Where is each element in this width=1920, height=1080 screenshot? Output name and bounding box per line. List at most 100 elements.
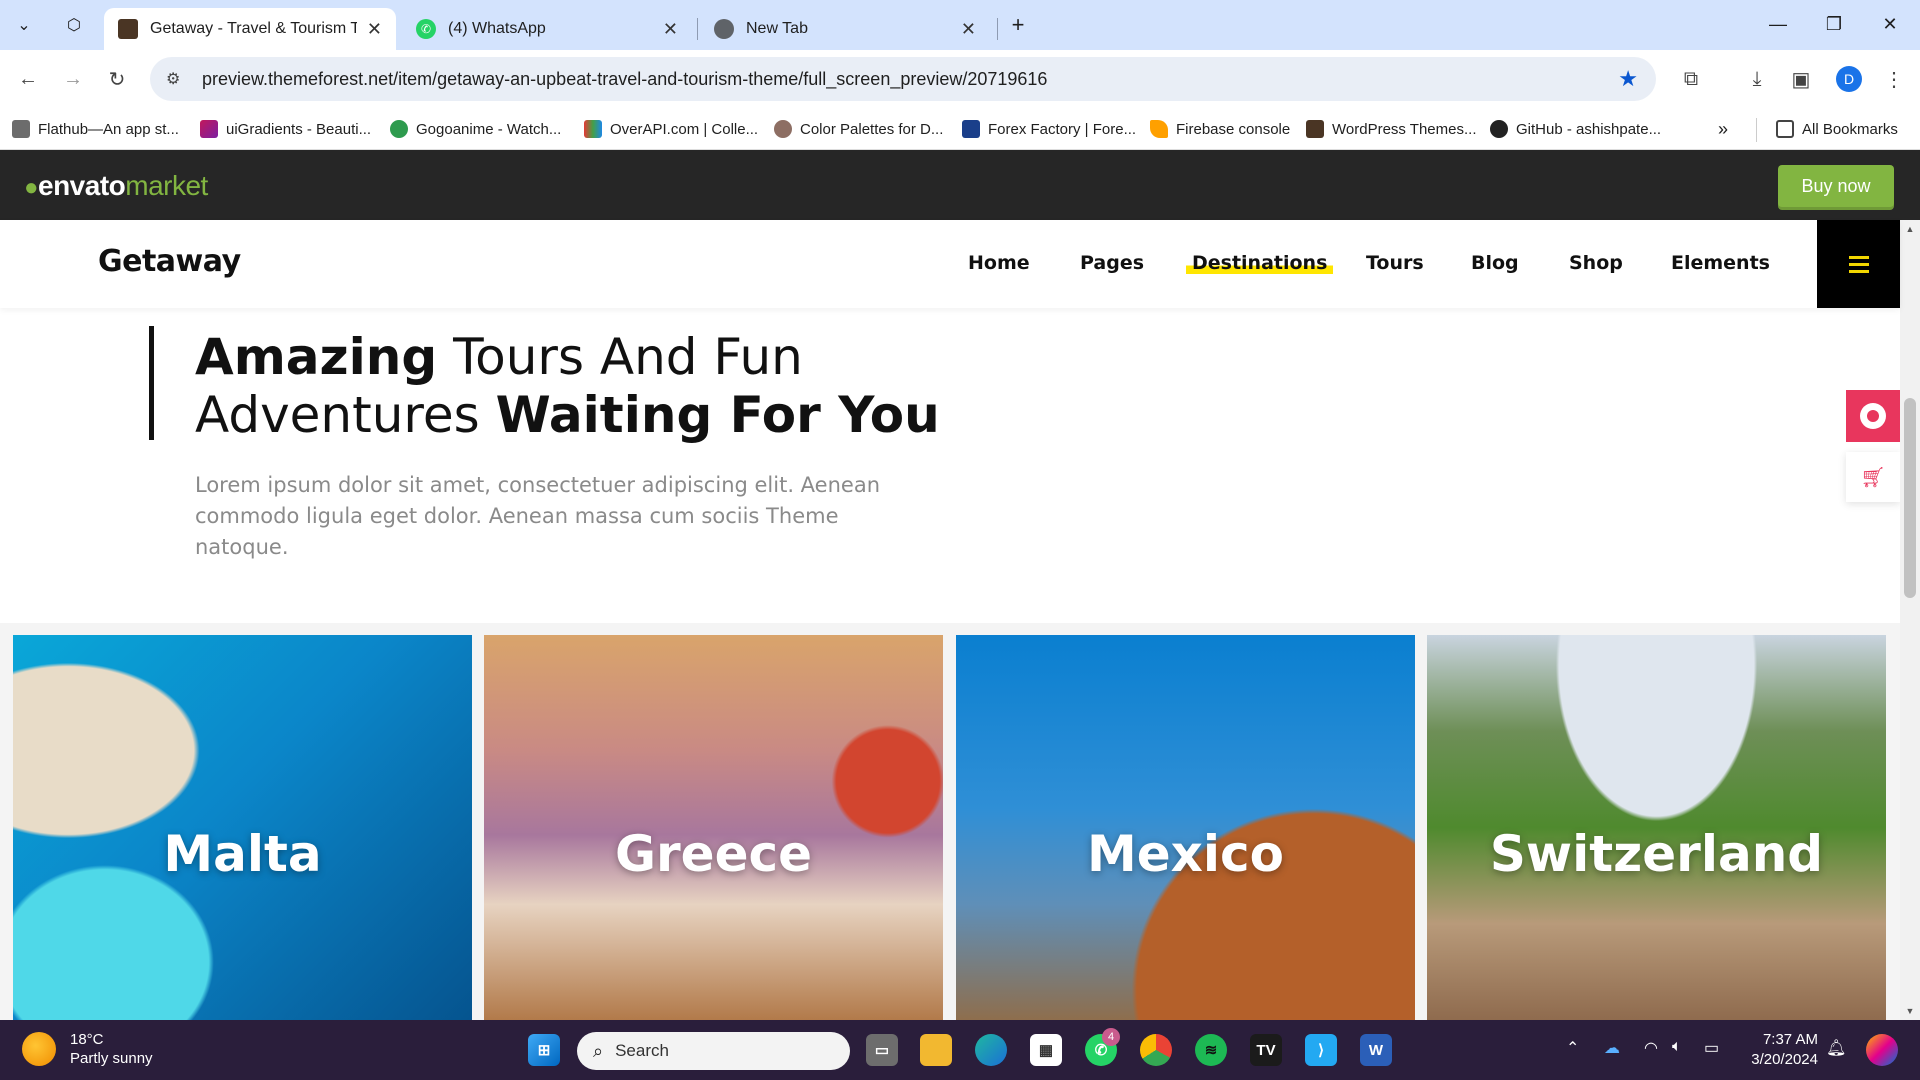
taskbar-search[interactable]: ⌕ Search [577,1032,850,1070]
page-scrollbar[interactable]: ▲ ▼ [1900,220,1920,1020]
profile-avatar[interactable]: D [1836,66,1862,92]
close-window-icon[interactable]: ✕ [1870,8,1910,40]
windows-start-icon[interactable]: ⊞ [528,1034,560,1066]
task-view-icon[interactable]: ▭ [866,1034,898,1066]
destination-card-greece[interactable]: Greece [484,635,943,1020]
edge-icon[interactable] [975,1034,1007,1066]
nav-destinations[interactable]: Destinations [1186,252,1334,274]
notifications-bell-icon[interactable]: 🔔︎ [1826,1038,1846,1058]
download-icon[interactable]: ⤓ [1741,63,1773,95]
spotify-icon[interactable]: ≋ [1195,1034,1227,1066]
extensions-icon[interactable]: ⧉ [1675,63,1707,95]
hero-description: Lorem ipsum dolor sit amet, consectetuer… [195,473,881,559]
windows-taskbar: 18°C Partly sunny ⊞ ⌕ Search ▭ ▦ ✆ 4 ≋ T… [0,1020,1920,1080]
file-explorer-icon[interactable] [920,1034,952,1066]
more-bookmarks-chevron-icon[interactable]: » [1718,116,1728,142]
minimize-icon[interactable]: — [1758,8,1798,40]
envato-market-bar: ●envatomarket Buy now [0,150,1920,220]
nav-home[interactable]: Home [968,252,1030,274]
browser-tab-strip: ⌄ ⬡ Getaway - Travel & Tourism The ✕ ✆ (… [0,0,1920,50]
scroll-down-arrow-icon[interactable]: ▼ [1904,1006,1916,1016]
nav-tours[interactable]: Tours [1366,252,1424,274]
tradingview-icon[interactable]: TV [1250,1034,1282,1066]
nav-shop[interactable]: Shop [1569,252,1623,274]
destination-label: Malta [163,825,322,883]
chrome-icon[interactable] [1140,1034,1172,1066]
envato-logo[interactable]: ●envatomarket [24,170,208,202]
nav-elements[interactable]: Elements [1671,252,1770,274]
bookmarks-bar: Flathub—An app st... uiGradients - Beaut… [0,108,1920,150]
bookmark-color-palettes[interactable]: Color Palettes for D... [774,116,943,142]
show-hidden-icons-chevron-icon[interactable]: ⌃ [1566,1038,1579,1058]
url-text[interactable]: preview.themeforest.net/item/getaway-an-… [202,69,1047,90]
destination-card-malta[interactable]: Malta [13,635,472,1020]
side-panel-icon[interactable]: ▣ [1785,63,1817,95]
tab-new-tab[interactable]: New Tab ✕ [700,8,990,50]
bookmark-label: Flathub—An app st... [38,120,179,138]
system-clock[interactable]: 7:37 AM 3/20/2024 [1746,1030,1818,1070]
tab-whatsapp[interactable]: ✆ (4) WhatsApp ✕ [402,8,692,50]
bookmark-gogoanime[interactable]: Gogoanime - Watch... [390,116,561,142]
menu-kebab-icon[interactable]: ⋮ [1878,63,1910,95]
getaway-favicon-icon [118,19,138,39]
github-icon [1490,120,1508,138]
hero-title-bold-1: Amazing [195,328,438,386]
flathub-icon [12,120,30,138]
scroll-up-arrow-icon[interactable]: ▲ [1904,224,1916,234]
new-tab-plus-icon[interactable]: + [1002,9,1034,41]
bookmark-label: Forex Factory | Fore... [988,120,1137,138]
battery-icon[interactable]: ▭ [1704,1038,1719,1058]
codepen-icon[interactable]: ⬡ [58,9,90,41]
support-chat-button[interactable] [1846,390,1900,442]
bookmark-firebase[interactable]: Firebase console [1150,116,1290,142]
cart-button[interactable]: 🛒︎ [1846,452,1900,502]
address-bar[interactable]: ⚙ preview.themeforest.net/item/getaway-a… [150,57,1656,101]
tab-title: New Tab [746,20,808,37]
nav-pages[interactable]: Pages [1080,252,1144,274]
back-icon[interactable]: ← [10,61,46,97]
chrome-favicon-icon [714,19,734,39]
bookmark-star-icon[interactable]: ★ [1618,66,1638,92]
microsoft-store-icon[interactable]: ▦ [1030,1034,1062,1066]
copilot-icon[interactable] [1866,1034,1898,1066]
scrollbar-thumb[interactable] [1904,398,1916,598]
tab-separator [697,18,698,40]
reload-icon[interactable]: ↻ [99,61,135,97]
restore-icon[interactable]: ❐ [1814,8,1854,40]
close-tab-icon[interactable]: ✕ [367,19,382,40]
bookmark-forex-factory[interactable]: Forex Factory | Fore... [962,116,1136,142]
close-tab-icon[interactable]: ✕ [961,19,976,40]
bookmark-label: uiGradients - Beauti... [226,120,372,138]
site-header: Getaway Home Pages Destinations Tours Bl… [0,220,1900,308]
tab-search-chevron-icon[interactable]: ⌄ [8,9,40,41]
word-icon[interactable]: W [1360,1034,1392,1066]
bookmark-uigradients[interactable]: uiGradients - Beauti... [200,116,371,142]
forward-icon[interactable]: → [55,61,91,97]
forex-factory-icon [962,120,980,138]
destination-card-mexico[interactable]: Mexico [956,635,1415,1020]
weather-widget[interactable]: 18°C Partly sunny [22,1030,153,1068]
clock-date: 3/20/2024 [1751,1051,1818,1068]
hamburger-menu-icon[interactable] [1817,220,1900,308]
bookmark-wordpress-themes[interactable]: WordPress Themes... [1306,116,1477,142]
firebase-icon [1150,120,1168,138]
nav-blog[interactable]: Blog [1471,252,1519,274]
buy-now-button[interactable]: Buy now [1778,165,1894,207]
whatsapp-badge: 4 [1102,1028,1120,1046]
destination-card-switzerland[interactable]: Switzerland [1427,635,1886,1020]
onedrive-icon[interactable]: ☁ [1604,1038,1620,1058]
wifi-icon[interactable]: ◠ [1644,1038,1658,1058]
vscode-icon[interactable]: ⟩ [1305,1034,1337,1066]
tab-title: (4) WhatsApp [448,20,546,37]
bookmark-flathub[interactable]: Flathub—An app st... [12,116,179,142]
all-bookmarks[interactable]: All Bookmarks [1776,116,1898,142]
folder-icon [1776,120,1794,138]
close-tab-icon[interactable]: ✕ [663,19,678,40]
volume-icon[interactable]: 🔈︎ [1672,1038,1682,1056]
site-brand[interactable]: Getaway [98,244,241,279]
bookmark-github[interactable]: GitHub - ashishpate... [1490,116,1661,142]
bookmark-overapi[interactable]: OverAPI.com | Colle... [584,116,758,142]
tab-getaway[interactable]: Getaway - Travel & Tourism The ✕ [104,8,396,50]
weather-desc: Partly sunny [70,1050,153,1067]
site-info-icon[interactable]: ⚙ [166,69,190,89]
